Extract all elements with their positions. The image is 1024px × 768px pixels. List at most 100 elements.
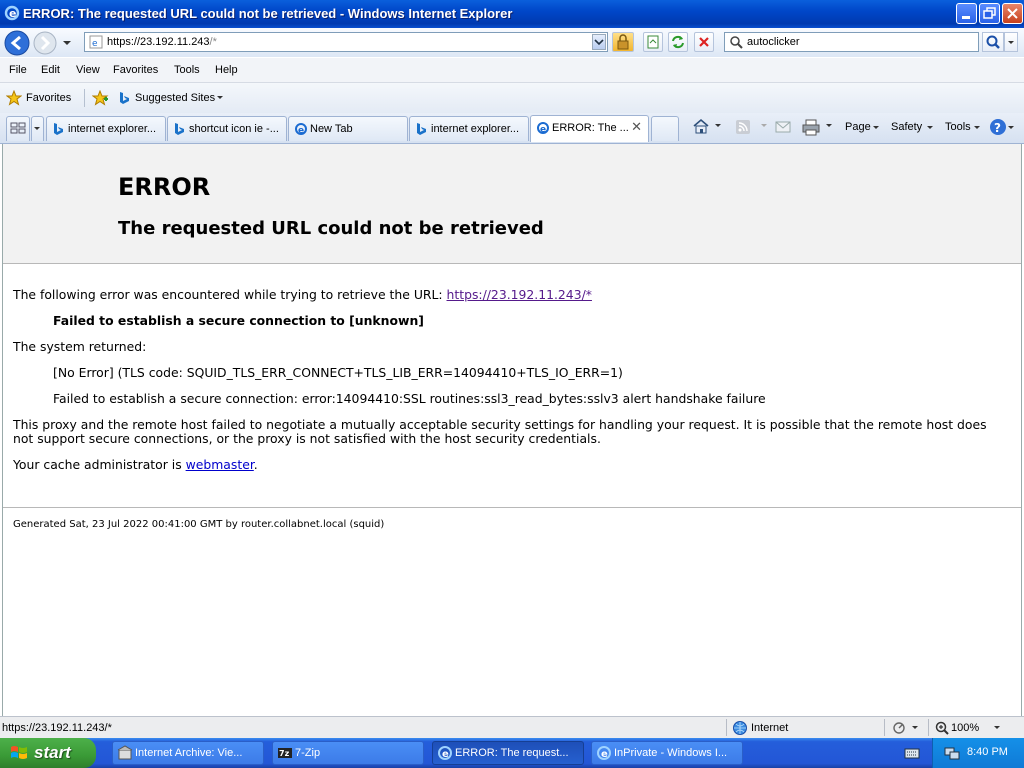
tab-internet-explorer-1[interactable]: internet explorer...: [46, 116, 166, 141]
chevron-down-icon[interactable]: [911, 725, 919, 731]
recent-pages-dropdown[interactable]: [61, 38, 73, 48]
tools-menu-button[interactable]: Tools: [945, 121, 971, 133]
ie-icon: e: [4, 5, 20, 21]
svg-text:e: e: [540, 125, 546, 135]
bing-icon: [120, 92, 129, 104]
suggested-sites-link[interactable]: Suggested Sites: [135, 92, 215, 104]
quick-tabs-button[interactable]: [6, 116, 30, 141]
tab-shortcut-icon[interactable]: shortcut icon ie -...: [167, 116, 287, 141]
safety-menu-button[interactable]: Safety: [891, 121, 922, 133]
search-box[interactable]: autoclicker: [724, 32, 979, 52]
address-dropdown-button[interactable]: [592, 34, 606, 50]
menu-tools[interactable]: Tools: [174, 64, 200, 76]
favorites-star-icon: [6, 90, 22, 106]
maximize-button[interactable]: [979, 3, 1000, 24]
tab-internet-explorer-2[interactable]: internet explorer...: [409, 116, 529, 141]
add-to-favorites-icon[interactable]: [92, 90, 109, 106]
refresh-button[interactable]: [668, 32, 688, 52]
taskbar-ie-inprivate[interactable]: e InPrivate - Windows I...: [591, 741, 743, 765]
compatibility-view-button[interactable]: [643, 32, 663, 52]
protected-mode-icon[interactable]: [890, 721, 908, 735]
feeds-icon[interactable]: [734, 118, 752, 136]
menu-view[interactable]: View: [76, 64, 100, 76]
quick-tabs-icon: [10, 122, 26, 134]
tab-label: internet explorer...: [68, 123, 157, 135]
security-lock-button[interactable]: [612, 32, 634, 52]
svg-text:7z: 7z: [279, 749, 290, 758]
system-returned-label: The system returned:: [13, 339, 147, 354]
chevron-down-icon: [217, 96, 223, 99]
taskbar-7zip[interactable]: 7z 7-Zip: [272, 741, 424, 765]
mail-icon[interactable]: [774, 119, 792, 135]
stop-icon: [699, 37, 709, 47]
favorites-button[interactable]: Favorites: [26, 92, 71, 104]
menu-edit[interactable]: Edit: [41, 64, 60, 76]
bing-icon: [175, 123, 184, 135]
ie-icon: e: [597, 746, 611, 760]
home-icon[interactable]: [691, 117, 711, 135]
tab-list-button[interactable]: [31, 116, 44, 141]
help-icon[interactable]: ?: [989, 118, 1007, 136]
new-tab-button[interactable]: [651, 116, 679, 141]
ie-icon: e: [537, 122, 549, 135]
menu-bar: File Edit View Favorites Tools Help: [0, 58, 1024, 83]
taskbar-item-label: ERROR: The request...: [455, 747, 569, 759]
taskbar-item-label: 7-Zip: [295, 747, 321, 759]
zoom-level[interactable]: 100%: [951, 722, 979, 734]
chevron-down-icon[interactable]: [825, 123, 833, 129]
tab-error-active[interactable]: e ERROR: The ... ✕: [530, 115, 649, 142]
start-button[interactable]: start: [0, 738, 96, 768]
page-menu-button[interactable]: Page: [845, 121, 871, 133]
tab-new-tab[interactable]: e New Tab: [288, 116, 408, 141]
menu-file[interactable]: File: [9, 64, 27, 76]
divider: [84, 89, 85, 107]
forward-button[interactable]: [33, 31, 57, 55]
proxy-explanation-line-1: This proxy and the remote host failed to…: [13, 417, 987, 432]
minimize-button[interactable]: [956, 3, 977, 24]
tab-close-icon[interactable]: ✕: [631, 120, 642, 135]
chevron-down-icon: [873, 126, 879, 129]
network-icon[interactable]: [943, 745, 961, 761]
search-button[interactable]: [982, 32, 1004, 52]
window-title: ERROR: The requested URL could not be re…: [23, 6, 513, 21]
taskbar-internet-archive[interactable]: Internet Archive: Vie...: [112, 741, 264, 765]
proxy-explanation-line-2: not support secure connections, or the p…: [13, 431, 601, 446]
tab-label: New Tab: [310, 123, 353, 135]
address-path: /*: [209, 36, 217, 48]
bing-icon: [417, 123, 426, 135]
back-button[interactable]: [4, 30, 30, 56]
menu-favorites[interactable]: Favorites: [113, 64, 158, 76]
taskbar-item-label: InPrivate - Windows I...: [614, 747, 728, 759]
error-subtitle: The requested URL could not be retrieved: [118, 218, 544, 239]
failed-connection-message: Failed to establish a secure connection …: [53, 313, 424, 328]
error-header: ERROR The requested URL could not be ret…: [3, 144, 1021, 264]
print-icon[interactable]: [801, 118, 821, 136]
chevron-down-icon: [1008, 41, 1014, 44]
stop-button[interactable]: [694, 32, 714, 52]
failed-url-link[interactable]: https://23.192.11.243/*: [447, 287, 592, 302]
page-content: ERROR The requested URL could not be ret…: [2, 144, 1022, 716]
divider: [928, 719, 929, 736]
restore-icon: [983, 7, 996, 19]
search-options-dropdown[interactable]: [1004, 32, 1018, 52]
chevron-down-icon: [974, 126, 980, 129]
keyboard-icon[interactable]: [904, 746, 920, 760]
security-zone-label[interactable]: Internet: [751, 722, 788, 734]
chevron-down-icon[interactable]: [1007, 125, 1015, 131]
system-tray: 8:40 PM: [932, 738, 1024, 768]
chevron-down-icon[interactable]: [714, 123, 722, 129]
search-provider-icon: [730, 36, 743, 49]
chevron-down-icon[interactable]: [760, 123, 768, 129]
chevron-down-icon[interactable]: [993, 725, 1001, 731]
address-bar[interactable]: e https://23.192.11.243/*: [84, 32, 608, 52]
clock[interactable]: 8:40 PM: [967, 746, 1008, 758]
svg-text:e: e: [442, 749, 449, 760]
taskbar-ie-error[interactable]: e ERROR: The request...: [432, 741, 584, 765]
footer-divider: [3, 507, 1021, 508]
internet-zone-globe-icon: [733, 721, 747, 735]
divider: [726, 719, 727, 736]
close-button[interactable]: [1002, 3, 1023, 24]
webmaster-link[interactable]: webmaster: [186, 457, 254, 472]
menu-help[interactable]: Help: [215, 64, 238, 76]
svg-text:e: e: [92, 39, 98, 49]
